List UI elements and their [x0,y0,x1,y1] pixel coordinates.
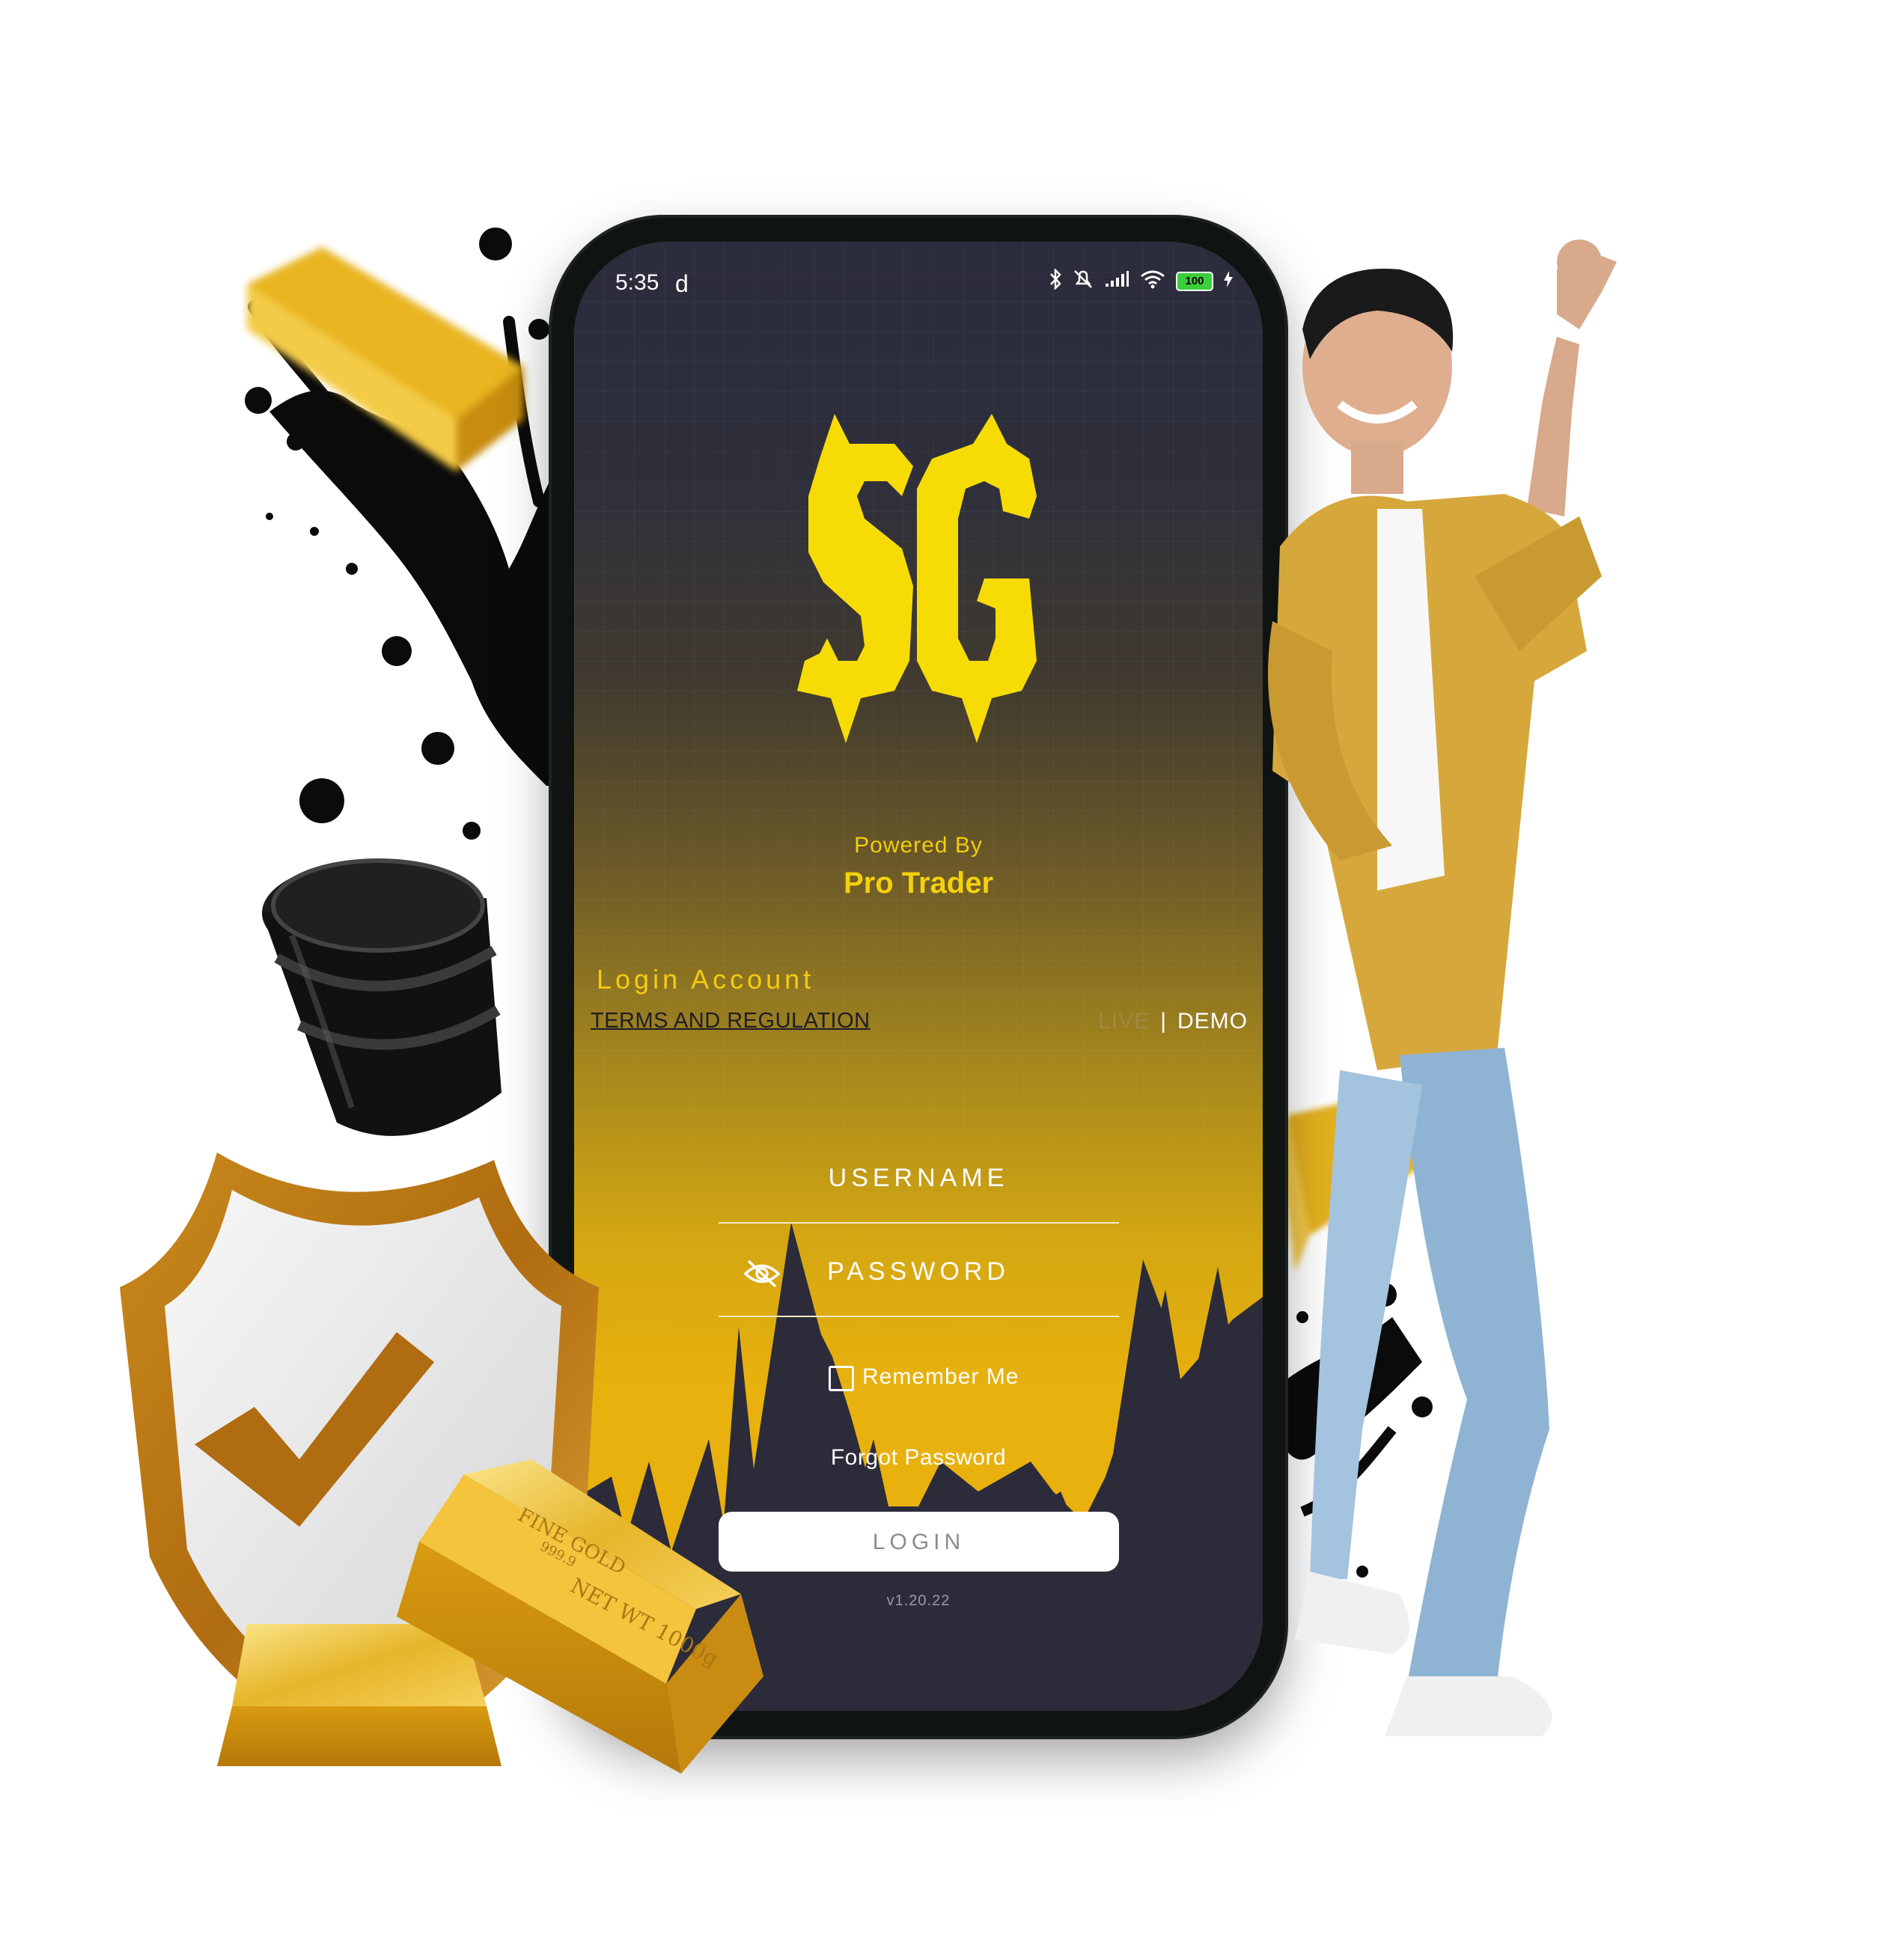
username-input[interactable]: USERNAME [574,1164,1263,1193]
person-illustration [1268,239,1617,1736]
terms-link[interactable]: TERMS AND REGULATION [591,1009,871,1034]
battery-icon: 100 [1176,271,1213,291]
signal-icon [1104,270,1129,292]
powered-by-label: Powered By [854,833,983,858]
remember-me-checkbox[interactable] [829,1366,854,1391]
login-title: Login Account [597,964,815,995]
remember-me-label[interactable]: Remember Me [862,1364,1019,1390]
provider-name: Pro Trader [843,867,994,900]
mode-live-option[interactable]: LIVE [1098,1009,1150,1034]
login-button[interactable]: LOGIN [719,1512,1119,1572]
wifi-icon [1140,269,1165,293]
gold-bars-illustration: FINE GOLD 999.9 NET WT 1000g [217,1459,763,1774]
password-underline [719,1316,1119,1317]
status-time: 5:35 [615,270,659,295]
mode-switch: LIVE | DEMO [1098,1009,1248,1034]
oil-barrel-illustration [262,858,501,1136]
bluetooth-icon [1049,267,1062,293]
brand-logo [797,414,1037,743]
mode-separator: | [1160,1009,1167,1034]
silent-bell-icon [1073,269,1094,293]
username-underline [719,1222,1119,1224]
status-icons: 100 [1049,267,1233,293]
status-indicator: d [675,270,689,297]
password-input[interactable]: PASSWORD [574,1257,1263,1286]
gold-bar-illustration [247,247,524,471]
